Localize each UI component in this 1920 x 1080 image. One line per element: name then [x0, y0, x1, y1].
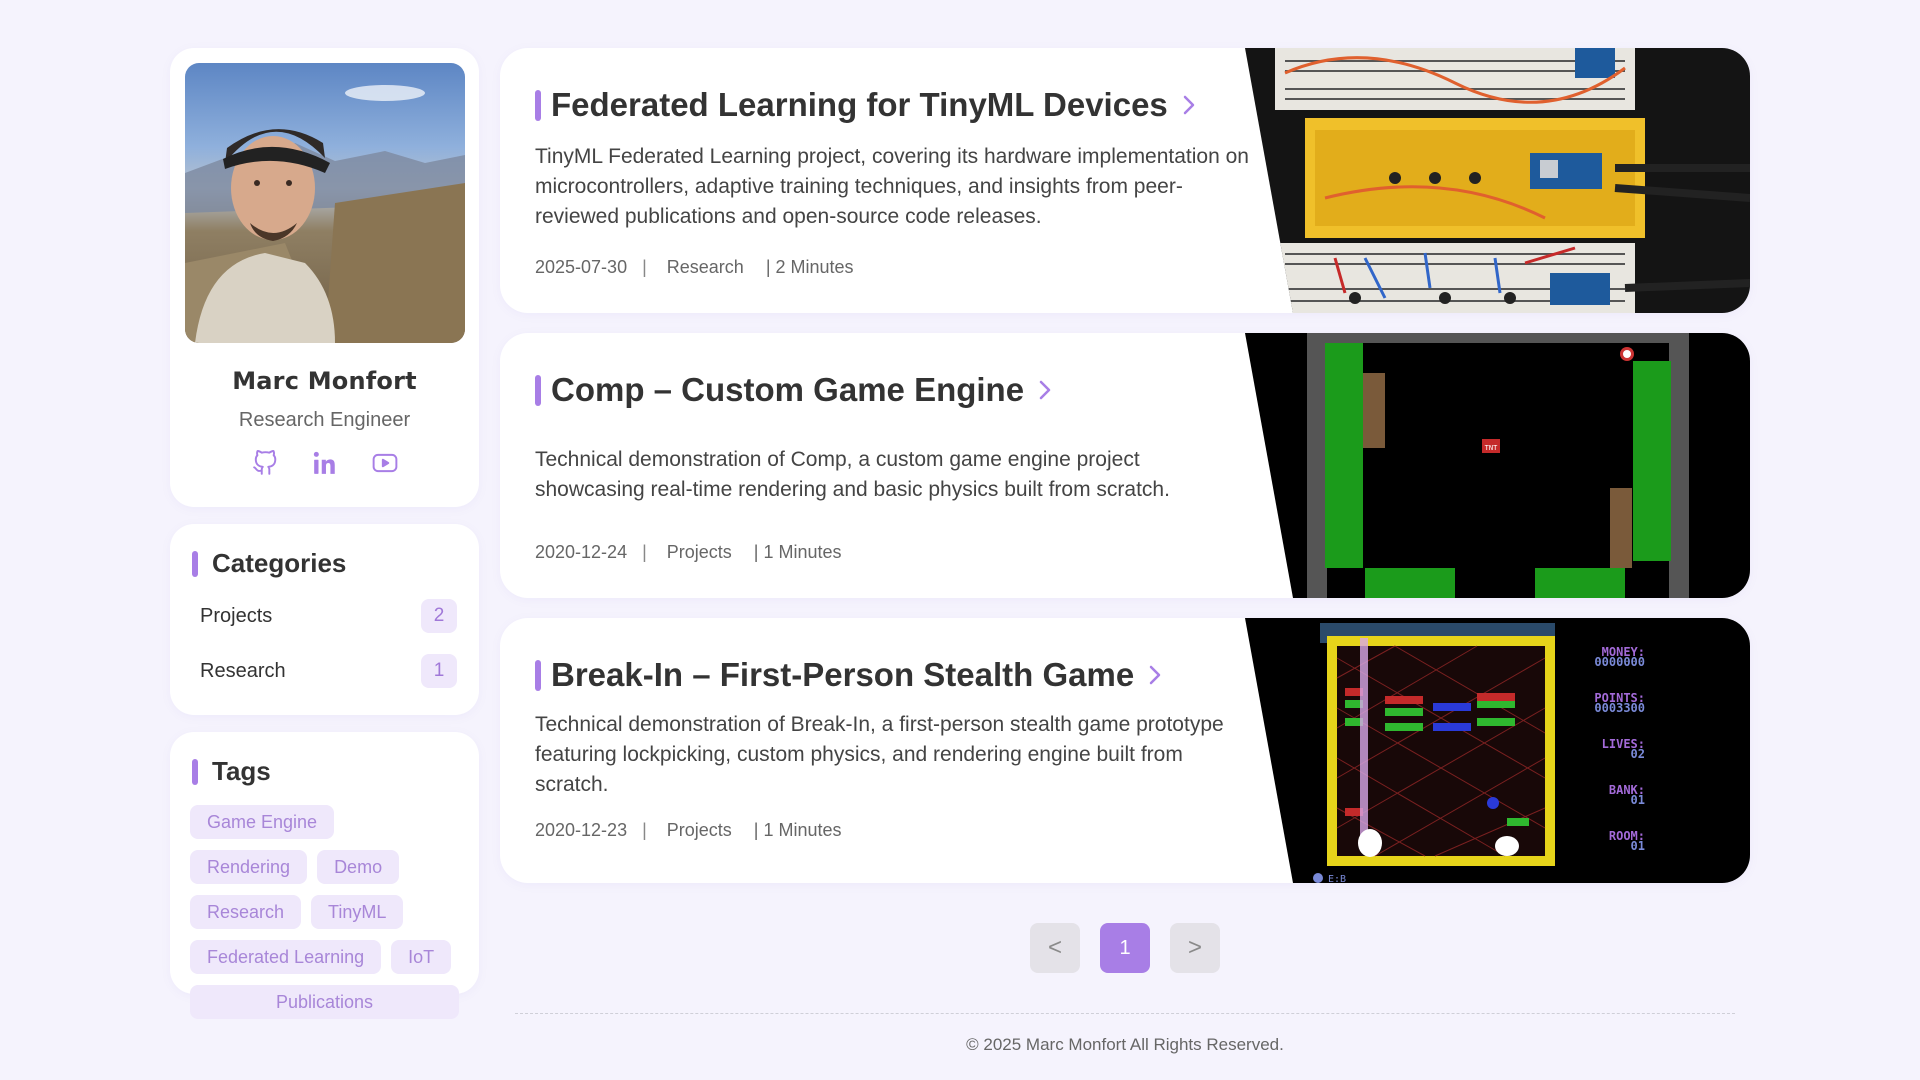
post-thumbnail-game-engine[interactable]: TNT — [1245, 333, 1750, 598]
post-category-link[interactable]: Projects — [667, 820, 732, 841]
categories-heading: Categories — [192, 548, 457, 579]
tag-rendering[interactable]: Rendering — [190, 850, 308, 884]
tag-publications[interactable]: Publications — [190, 985, 459, 1019]
room-value: 01 — [1631, 839, 1645, 853]
post-category-link[interactable]: Projects — [667, 542, 732, 563]
tags-title: Tags — [212, 756, 271, 786]
post-title: Federated Learning for TinyML Devices — [551, 86, 1168, 123]
tag-list: Game Engine Rendering Demo Research Tiny… — [190, 805, 459, 1019]
category-label: Projects — [200, 604, 273, 627]
title-accent-bar — [535, 374, 541, 406]
meta-separator: | — [642, 542, 647, 562]
post-card: Comp – Custom Game Engine Technical demo… — [500, 333, 1750, 598]
social-links — [185, 450, 464, 476]
category-count-badge: 1 — [421, 654, 457, 688]
corner-label: E:B — [1328, 874, 1346, 883]
profile-name: Marc Monfort — [232, 367, 417, 395]
category-item-projects[interactable]: Projects 2 — [192, 598, 457, 634]
post-card: Federated Learning for TinyML Devices Ti… — [500, 48, 1750, 313]
youtube-icon[interactable] — [372, 450, 398, 476]
profile-role: Research Engineer — [238, 409, 411, 431]
post-title-link[interactable]: Federated Learning for TinyML Devices — [535, 85, 1255, 125]
chevron-right-icon — [1149, 665, 1161, 685]
post-date: 2020-12-24 — [535, 542, 628, 562]
footer-copyright: © 2025 Marc Monfort All Rights Reserved. — [966, 1035, 1284, 1054]
github-icon[interactable] — [252, 450, 278, 476]
categories-card: Categories Projects 2 Research 1 — [170, 524, 479, 715]
tags-card: Tags Game Engine Rendering Demo Research… — [170, 732, 479, 1019]
post-read-time: | 1 Minutes — [753, 542, 842, 562]
post-title-link[interactable]: Break-In – First-Person Stealth Game — [535, 655, 1255, 695]
meta-separator: | — [642, 820, 647, 840]
pagination: < 1 > — [1030, 923, 1220, 973]
post-description: TinyML Federated Learning project, cover… — [535, 145, 1249, 228]
post-meta: 2020-12-24 | Projects | 1 Minutes — [535, 542, 1255, 563]
meta-separator: | — [642, 257, 647, 277]
next-page-button[interactable]: > — [1170, 923, 1220, 973]
tag-research[interactable]: Research — [190, 895, 302, 929]
category-count-badge: 2 — [421, 599, 457, 633]
tnt-label: TNT — [1485, 444, 1498, 452]
title-accent-bar — [535, 89, 541, 121]
heading-accent-bar — [192, 550, 198, 577]
heading-accent-bar — [192, 758, 198, 785]
linkedin-icon[interactable] — [312, 450, 338, 476]
post-description: Technical demonstration of Comp, a custo… — [535, 448, 1170, 501]
post-text: Break-In – First-Person Stealth Game Tec… — [535, 618, 1255, 841]
profile-card: Marc Monfort Research Engineer — [170, 48, 479, 507]
points-value: 0003300 — [1594, 701, 1645, 715]
page-1-button[interactable]: 1 — [1100, 923, 1150, 973]
post-date: 2025-07-30 — [535, 257, 628, 277]
post-thumbnail-breadboard[interactable] — [1245, 48, 1750, 313]
post-thumbnail-stealth-game[interactable]: MONEY: 0000000 POINTS: 0003300 LIVES: 02… — [1245, 618, 1750, 883]
post-read-time: | 2 Minutes — [765, 257, 854, 277]
post-title-link[interactable]: Comp – Custom Game Engine — [535, 370, 1255, 410]
post-description: Technical demonstration of Break-In, a f… — [535, 713, 1224, 796]
prev-page-button[interactable]: < — [1030, 923, 1080, 973]
tag-demo[interactable]: Demo — [317, 850, 400, 884]
post-text: Comp – Custom Game Engine Technical demo… — [535, 333, 1255, 563]
money-value: 0000000 — [1594, 655, 1645, 669]
post-title: Break-In – First-Person Stealth Game — [551, 656, 1135, 693]
lives-value: 02 — [1631, 747, 1645, 761]
tag-game-engine[interactable]: Game Engine — [190, 805, 335, 839]
chevron-right-icon — [1183, 95, 1195, 115]
avatar — [185, 63, 465, 343]
category-label: Research — [200, 659, 286, 682]
categories-title: Categories — [212, 548, 347, 578]
post-meta: 2025-07-30 | Research | 2 Minutes — [535, 257, 1255, 278]
bank-value: 01 — [1631, 793, 1645, 807]
tags-heading: Tags — [190, 756, 459, 787]
post-text: Federated Learning for TinyML Devices Ti… — [535, 48, 1255, 278]
post-category-link[interactable]: Research — [667, 257, 744, 278]
post-card: Break-In – First-Person Stealth Game Tec… — [500, 618, 1750, 883]
sidebar: Marc Monfort Research Engineer Categorie… — [170, 48, 479, 1019]
chevron-right-icon — [1039, 380, 1051, 400]
tag-federated-learning[interactable]: Federated Learning — [190, 940, 382, 974]
post-meta: 2020-12-23 | Projects | 1 Minutes — [535, 820, 1255, 841]
post-title: Comp – Custom Game Engine — [551, 371, 1025, 408]
footer-divider — [515, 1013, 1735, 1014]
post-read-time: | 1 Minutes — [753, 820, 842, 840]
post-date: 2020-12-23 — [535, 820, 628, 840]
category-item-research[interactable]: Research 1 — [192, 653, 457, 689]
tag-tinyml[interactable]: TinyML — [311, 895, 404, 929]
tag-iot[interactable]: IoT — [391, 940, 452, 974]
title-accent-bar — [535, 659, 541, 691]
